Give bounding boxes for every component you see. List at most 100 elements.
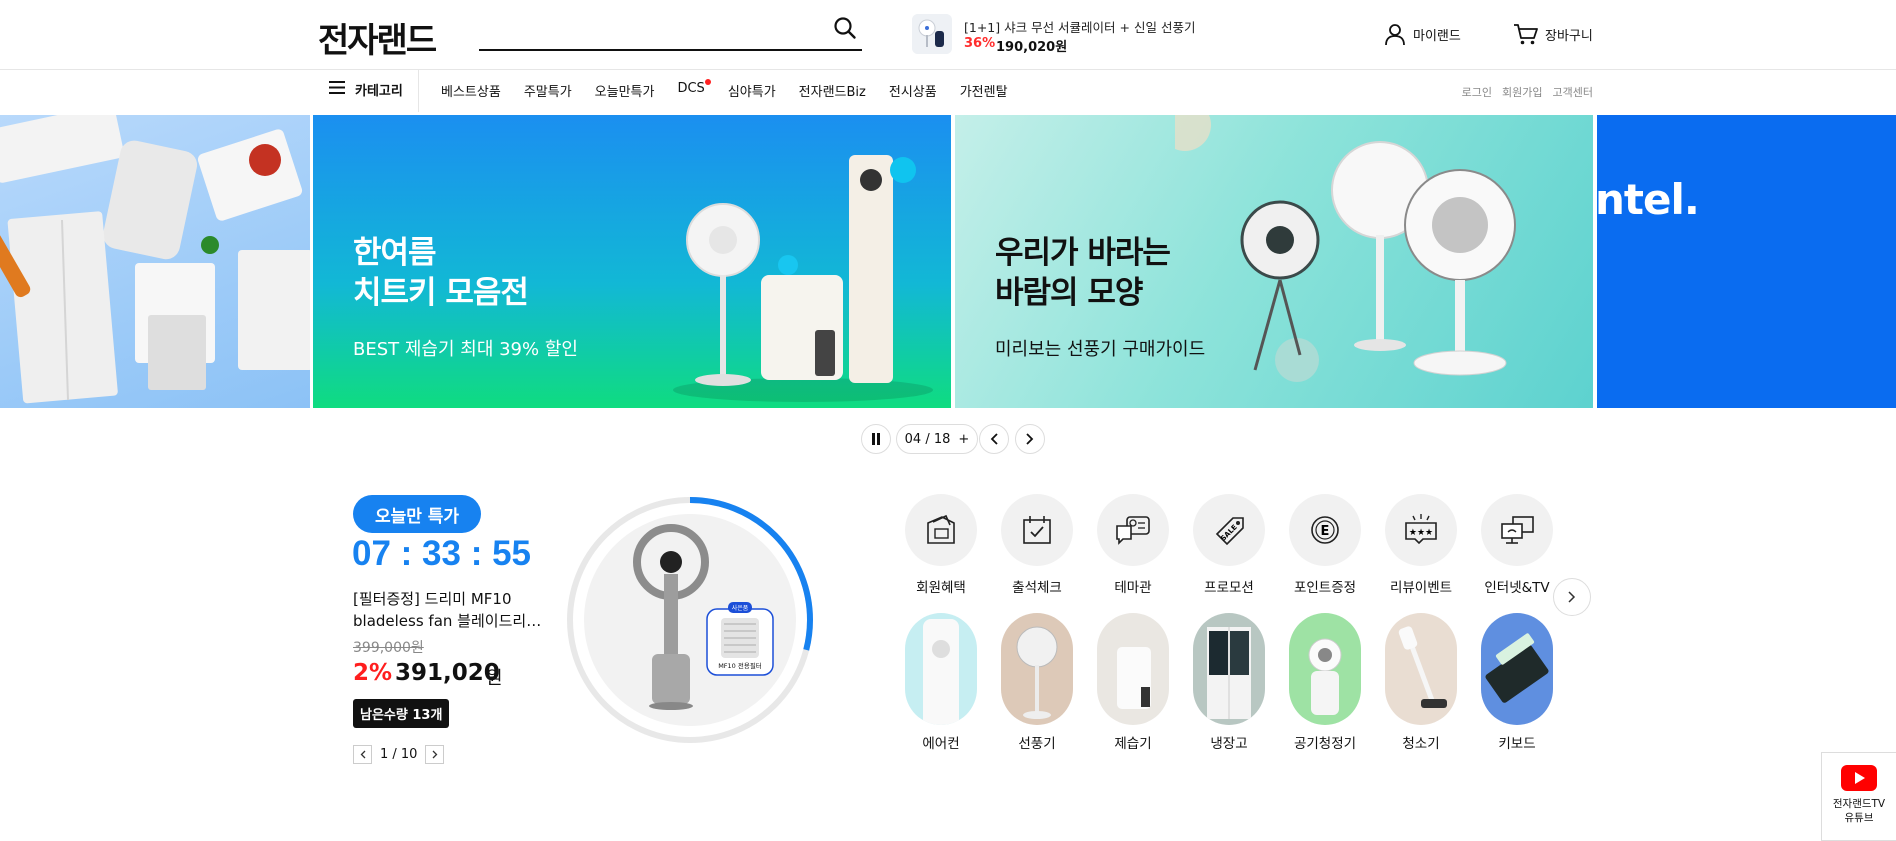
pager-plus[interactable]: + bbox=[958, 432, 969, 447]
mypage-label: 마이랜드 bbox=[1413, 28, 1461, 44]
review-stars-icon: ★★★ bbox=[1385, 494, 1457, 566]
category-refrigerator[interactable]: 냉장고 bbox=[1191, 613, 1267, 752]
mypage-link[interactable]: 마이랜드 bbox=[1383, 22, 1461, 46]
header-promo[interactable]: [1+1] 샤크 무선 서큘레이터 + 신일 선풍기 36% 190,020원 bbox=[912, 14, 1195, 56]
nav-item-display[interactable]: 전시상품 bbox=[889, 81, 937, 100]
deal-product-name[interactable]: [필터증정] 드리미 MF10 bladeless fan 블레이드리스 팬..… bbox=[353, 588, 553, 632]
category-fan[interactable]: 선풍기 bbox=[999, 613, 1075, 752]
member-links: 로그인 회원가입 고객센터 bbox=[1462, 84, 1593, 100]
gift-small-badge: 사은품 bbox=[732, 604, 749, 612]
deal-pager-text: 1 / 10 bbox=[380, 747, 418, 762]
point-coin-icon: E bbox=[1289, 494, 1361, 566]
promo-thumbnail bbox=[912, 14, 952, 54]
deal-next-button[interactable] bbox=[425, 745, 445, 764]
pager-current: 04 bbox=[904, 431, 922, 447]
quick-menu-next-button[interactable] bbox=[1553, 578, 1591, 616]
quick-label: 리뷰이벤트 bbox=[1389, 580, 1453, 596]
sale-tag-icon: SALE bbox=[1193, 494, 1265, 566]
deal-currency: 원 bbox=[486, 668, 503, 689]
login-link[interactable]: 로그인 bbox=[1462, 84, 1492, 100]
quick-review-event[interactable]: ★★★ 리뷰이벤트 bbox=[1383, 494, 1459, 596]
quick-label: 출석체크 bbox=[1012, 580, 1062, 596]
main-banner: 한여름 치트키 모음전 BEST 제습기 최대 39% 할인 우리가 바라는 바… bbox=[0, 115, 1896, 408]
category-dehumidifier[interactable]: 제습기 bbox=[1095, 613, 1171, 752]
category-button[interactable]: 카테고리 bbox=[329, 80, 403, 99]
search-bar bbox=[479, 11, 862, 51]
banner-prev-button[interactable] bbox=[979, 424, 1009, 454]
pause-icon bbox=[871, 430, 881, 449]
quick-promotion[interactable]: SALE 프로모션 bbox=[1191, 494, 1267, 596]
nav-item-dcs[interactable]: DCS bbox=[677, 79, 711, 100]
nav-item-midnight[interactable]: 심야특가 bbox=[728, 81, 776, 100]
promo-title: [1+1] 샤크 무선 서큘레이터 + 신일 선풍기 bbox=[964, 20, 1196, 35]
category-air-purifier[interactable]: 공기청정기 bbox=[1287, 613, 1363, 752]
customer-center-link[interactable]: 고객센터 bbox=[1553, 84, 1593, 100]
slide-a-subtitle: BEST 제습기 최대 39% 할인 bbox=[353, 339, 578, 360]
nav-item-biz[interactable]: 전자랜드Biz bbox=[799, 81, 866, 100]
aircon-image bbox=[905, 613, 977, 725]
deal-name-line2: bladeless fan 블레이드리스 팬... bbox=[353, 612, 553, 630]
user-icon bbox=[1383, 22, 1407, 46]
deal-timer: 07 : 33 : 55 bbox=[352, 534, 531, 573]
quick-label: 인터넷&TV bbox=[1484, 580, 1550, 596]
fan-image bbox=[1001, 613, 1073, 725]
quick-attendance[interactable]: 출석체크 bbox=[999, 494, 1075, 596]
quick-point[interactable]: E 포인트증정 bbox=[1287, 494, 1363, 596]
banner-slide-fan-guide[interactable]: 우리가 바라는 바람의 모양 미리보는 선풍기 구매가이드 bbox=[955, 115, 1593, 408]
chevron-right-icon bbox=[432, 750, 438, 759]
deal-name-line1: [필터증정] 드리미 MF10 bbox=[353, 590, 512, 608]
promo-discount: 36% bbox=[964, 36, 996, 51]
nav-menu: 베스트상품 주말특가 오늘만특가 DCS 심야특가 전자랜드Biz 전시상품 가… bbox=[441, 79, 1008, 100]
slide-b-title: 우리가 바라는 바람의 모양 bbox=[995, 233, 1171, 313]
category-label: 공기청정기 bbox=[1293, 736, 1357, 752]
gift-filter-card: 사은품 MF10 전용필터 bbox=[706, 602, 774, 676]
search-icon[interactable] bbox=[832, 15, 860, 43]
internet-tv-icon bbox=[1481, 494, 1553, 566]
search-input[interactable] bbox=[479, 15, 819, 45]
quick-label: 프로모션 bbox=[1204, 580, 1254, 596]
nav-item-today[interactable]: 오늘만특가 bbox=[595, 81, 655, 100]
site-logo[interactable]: 전자랜드 bbox=[318, 13, 437, 62]
banner-next-button[interactable] bbox=[1015, 424, 1045, 454]
appliances-image bbox=[0, 115, 310, 404]
nav-item-best[interactable]: 베스트상품 bbox=[441, 81, 501, 100]
quick-theme[interactable]: 테마관 bbox=[1095, 494, 1171, 596]
slide-a-title-line1: 한여름 bbox=[353, 235, 437, 271]
banner-slide-next[interactable]: ntel. bbox=[1597, 115, 1896, 408]
chevron-left-icon bbox=[360, 750, 365, 759]
banner-pager[interactable]: 04 / 18 + bbox=[896, 424, 978, 454]
cart-link[interactable]: 장바구니 bbox=[1513, 22, 1593, 46]
pager-separator: / bbox=[925, 431, 930, 447]
banner-pager-text: 04 / 18 bbox=[905, 432, 951, 447]
svg-text:E: E bbox=[1321, 524, 1330, 539]
cart-label: 장바구니 bbox=[1545, 28, 1593, 44]
deal-product-ring[interactable]: 사은품 MF10 전용필터 bbox=[564, 494, 816, 746]
category-aircon[interactable]: 에어컨 bbox=[903, 613, 979, 752]
youtube-label-line2: 유튜브 bbox=[1844, 812, 1874, 824]
deal-discount: 2% bbox=[353, 660, 393, 686]
youtube-floating-button[interactable]: 전자랜드TV 유튜브 bbox=[1821, 752, 1896, 841]
quick-label: 회원혜택 bbox=[916, 580, 966, 596]
youtube-label: 전자랜드TV 유튜브 bbox=[1822, 797, 1896, 825]
svg-text:SALE: SALE bbox=[1219, 523, 1239, 543]
quick-label: 테마관 bbox=[1114, 580, 1152, 596]
deal-original-price: 399,000원 bbox=[353, 640, 424, 656]
category-keyboard[interactable]: 키보드 bbox=[1479, 613, 1555, 752]
deal-prev-button[interactable] bbox=[353, 745, 372, 764]
banner-pause-button[interactable] bbox=[861, 424, 891, 454]
banner-slide-dehumidifier[interactable]: 한여름 치트키 모음전 BEST 제습기 최대 39% 할인 bbox=[313, 115, 951, 408]
chevron-left-icon bbox=[990, 430, 998, 449]
quick-internet-tv[interactable]: 인터넷&TV bbox=[1479, 494, 1555, 596]
hamburger-icon bbox=[329, 81, 345, 98]
category-vacuum[interactable]: 청소기 bbox=[1383, 613, 1459, 752]
banner-slide-prev[interactable] bbox=[0, 115, 310, 408]
category-label: 청소기 bbox=[1402, 736, 1440, 752]
gift-label: MF10 전용필터 bbox=[718, 661, 762, 670]
nav-item-weekend[interactable]: 주말특가 bbox=[524, 81, 572, 100]
nav-divider bbox=[418, 70, 419, 112]
dehumidifier-thumb bbox=[1097, 613, 1169, 725]
signup-link[interactable]: 회원가입 bbox=[1502, 84, 1542, 100]
pager-total: 18 bbox=[933, 431, 951, 447]
quick-member-benefit[interactable]: 회원혜택 bbox=[903, 494, 979, 596]
nav-item-rental[interactable]: 가전렌탈 bbox=[960, 81, 1008, 100]
